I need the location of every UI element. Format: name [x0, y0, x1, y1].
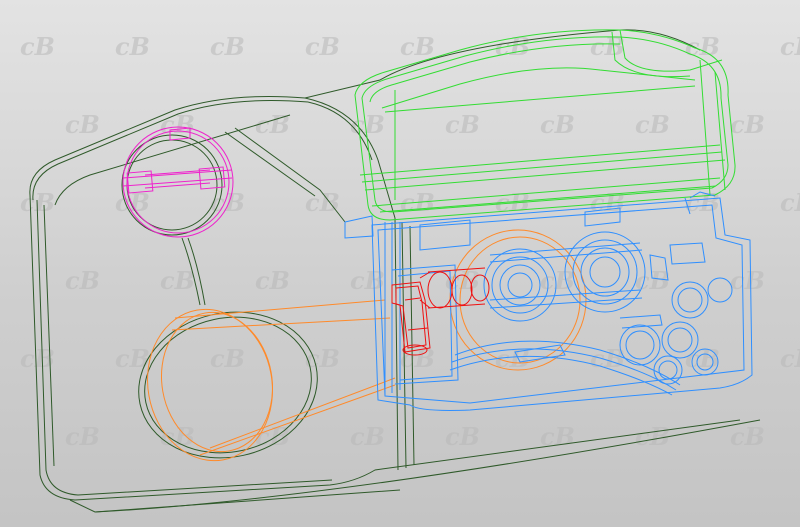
- watermark-mark: cB: [685, 32, 720, 61]
- watermark-mark: cB: [210, 32, 245, 61]
- watermark-mark: cB: [255, 266, 290, 295]
- watermark-mark: cB: [445, 110, 480, 139]
- watermark-mark: cB: [65, 422, 100, 451]
- watermark-mark: cB: [685, 344, 720, 373]
- watermark-mark: cB: [210, 344, 245, 373]
- watermark-mark: cB: [65, 110, 100, 139]
- watermark-mark: cB: [115, 344, 150, 373]
- watermark-mark: cB: [255, 110, 290, 139]
- cad-viewport[interactable]: cB cB cB cB cB cB cB cB cB cB cB cB cB cB cB cB cB cB cB cB…: [0, 0, 800, 527]
- watermark-mark: cB: [400, 32, 435, 61]
- watermark-mark: cB: [730, 110, 765, 139]
- watermark-mark: cB: [730, 266, 765, 295]
- watermark-mark: cB: [780, 344, 800, 373]
- watermark-mark: cB: [160, 266, 195, 295]
- watermark-mark: cB: [65, 266, 100, 295]
- watermark-mark: cB: [635, 110, 670, 139]
- watermark-mark: cB: [445, 422, 480, 451]
- mechanism-housing-wireframe: [344, 191, 753, 411]
- watermark-mark: cB: [350, 110, 385, 139]
- watermark-mark: cB: [20, 32, 55, 61]
- watermark-mark: cB: [780, 188, 800, 217]
- watermark-mark: cB: [115, 32, 150, 61]
- watermark-mark: cB: [305, 32, 340, 61]
- watermark-mark: cB: [780, 32, 800, 61]
- watermark-mark: cB: [730, 422, 765, 451]
- watermark-mark: cB: [350, 422, 385, 451]
- watermark-mark: cB: [540, 110, 575, 139]
- watermark-mark: cB: [635, 422, 670, 451]
